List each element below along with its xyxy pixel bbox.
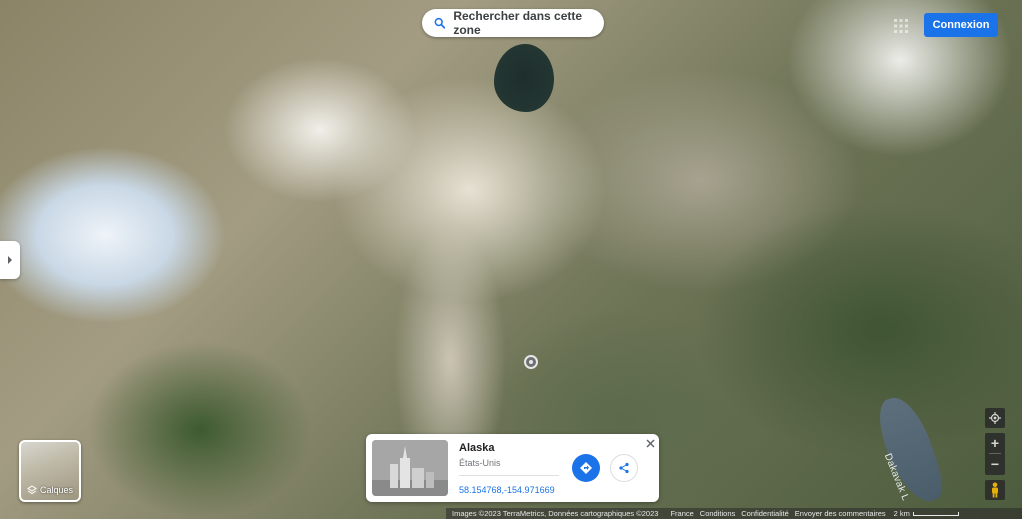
scale-bar[interactable]: 2 km xyxy=(894,509,959,518)
divider xyxy=(459,475,559,476)
crater-lake xyxy=(494,44,554,112)
attribution-text: Images ©2023 TerraMetrics, Données carto… xyxy=(452,509,659,518)
location-pin-icon[interactable] xyxy=(524,355,538,369)
directions-icon xyxy=(580,462,592,474)
scale-line xyxy=(912,511,959,516)
close-card-button[interactable] xyxy=(643,436,657,450)
place-title: Alaska xyxy=(459,442,495,454)
layers-button[interactable]: Calques xyxy=(19,440,81,502)
apps-grid-icon[interactable] xyxy=(893,18,909,34)
close-icon xyxy=(646,439,654,447)
zoom-out-button[interactable]: − xyxy=(985,454,1005,474)
directions-button[interactable] xyxy=(572,454,600,482)
my-location-button[interactable] xyxy=(985,408,1005,428)
share-icon xyxy=(619,462,629,474)
expand-side-panel-button[interactable] xyxy=(0,241,20,279)
layers-label: Calques xyxy=(40,485,74,495)
share-button[interactable] xyxy=(610,454,638,482)
zoom-in-button[interactable]: + xyxy=(985,433,1005,453)
search-icon xyxy=(434,17,446,29)
feedback-link[interactable]: Envoyer des commentaires xyxy=(795,509,886,518)
scale-label: 2 km xyxy=(893,509,910,518)
zoom-control: + − xyxy=(985,433,1005,475)
pegman-icon xyxy=(992,482,998,498)
privacy-link[interactable]: Confidentialité xyxy=(741,509,789,518)
place-card: Alaska États-Unis 58.154768,-154.971669 xyxy=(366,434,659,502)
terms-link[interactable]: Conditions xyxy=(700,509,735,518)
search-this-area-button[interactable]: Rechercher dans cette zone xyxy=(422,9,604,37)
search-this-area-label: Rechercher dans cette zone xyxy=(453,9,583,37)
chevron-right-icon xyxy=(8,256,12,264)
place-coordinates[interactable]: 58.154768,-154.971669 xyxy=(459,485,555,495)
country-link[interactable]: France xyxy=(670,509,693,518)
dakavak-lake xyxy=(872,390,948,510)
street-view-pegman-button[interactable] xyxy=(985,480,1005,500)
map-footer: Images ©2023 TerraMetrics, Données carto… xyxy=(446,508,1022,519)
layers-icon xyxy=(27,485,37,495)
place-thumbnail[interactable] xyxy=(372,440,448,496)
place-subtitle: États-Unis xyxy=(459,458,501,468)
my-location-icon xyxy=(989,412,1001,424)
login-button[interactable]: Connexion xyxy=(924,13,998,37)
